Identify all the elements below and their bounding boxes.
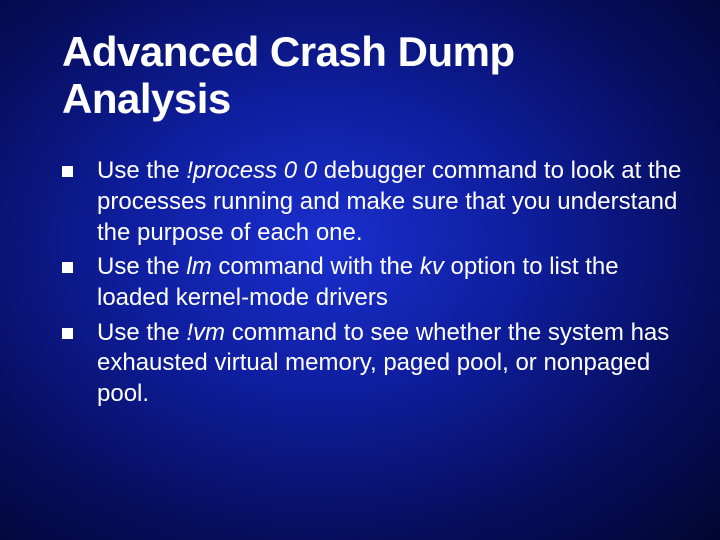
bullet-square-icon [62,166,73,177]
bullet-square-icon [62,328,73,339]
text-fragment: Use the [97,253,186,280]
list-item: Use the lm command with the kv option to… [62,252,682,313]
bullet-list: Use the !process 0 0 debugger command to… [62,156,682,410]
bullet-text: Use the !process 0 0 debugger command to… [97,156,682,248]
command-text: !process 0 0 [186,157,317,184]
bullet-text: Use the lm command with the kv option to… [97,252,682,313]
command-text: lm [186,253,211,280]
list-item: Use the !vm command to see whether the s… [62,318,682,410]
command-text: kv [420,253,444,280]
command-text: !vm [186,319,225,346]
list-item: Use the !process 0 0 debugger command to… [62,156,682,248]
text-fragment: Use the [97,157,186,184]
bullet-text: Use the !vm command to see whether the s… [97,318,682,410]
bullet-square-icon [62,262,73,273]
slide-title: Advanced Crash Dump Analysis [62,28,682,122]
text-fragment: Use the [97,319,186,346]
text-fragment: command with the [212,253,420,280]
